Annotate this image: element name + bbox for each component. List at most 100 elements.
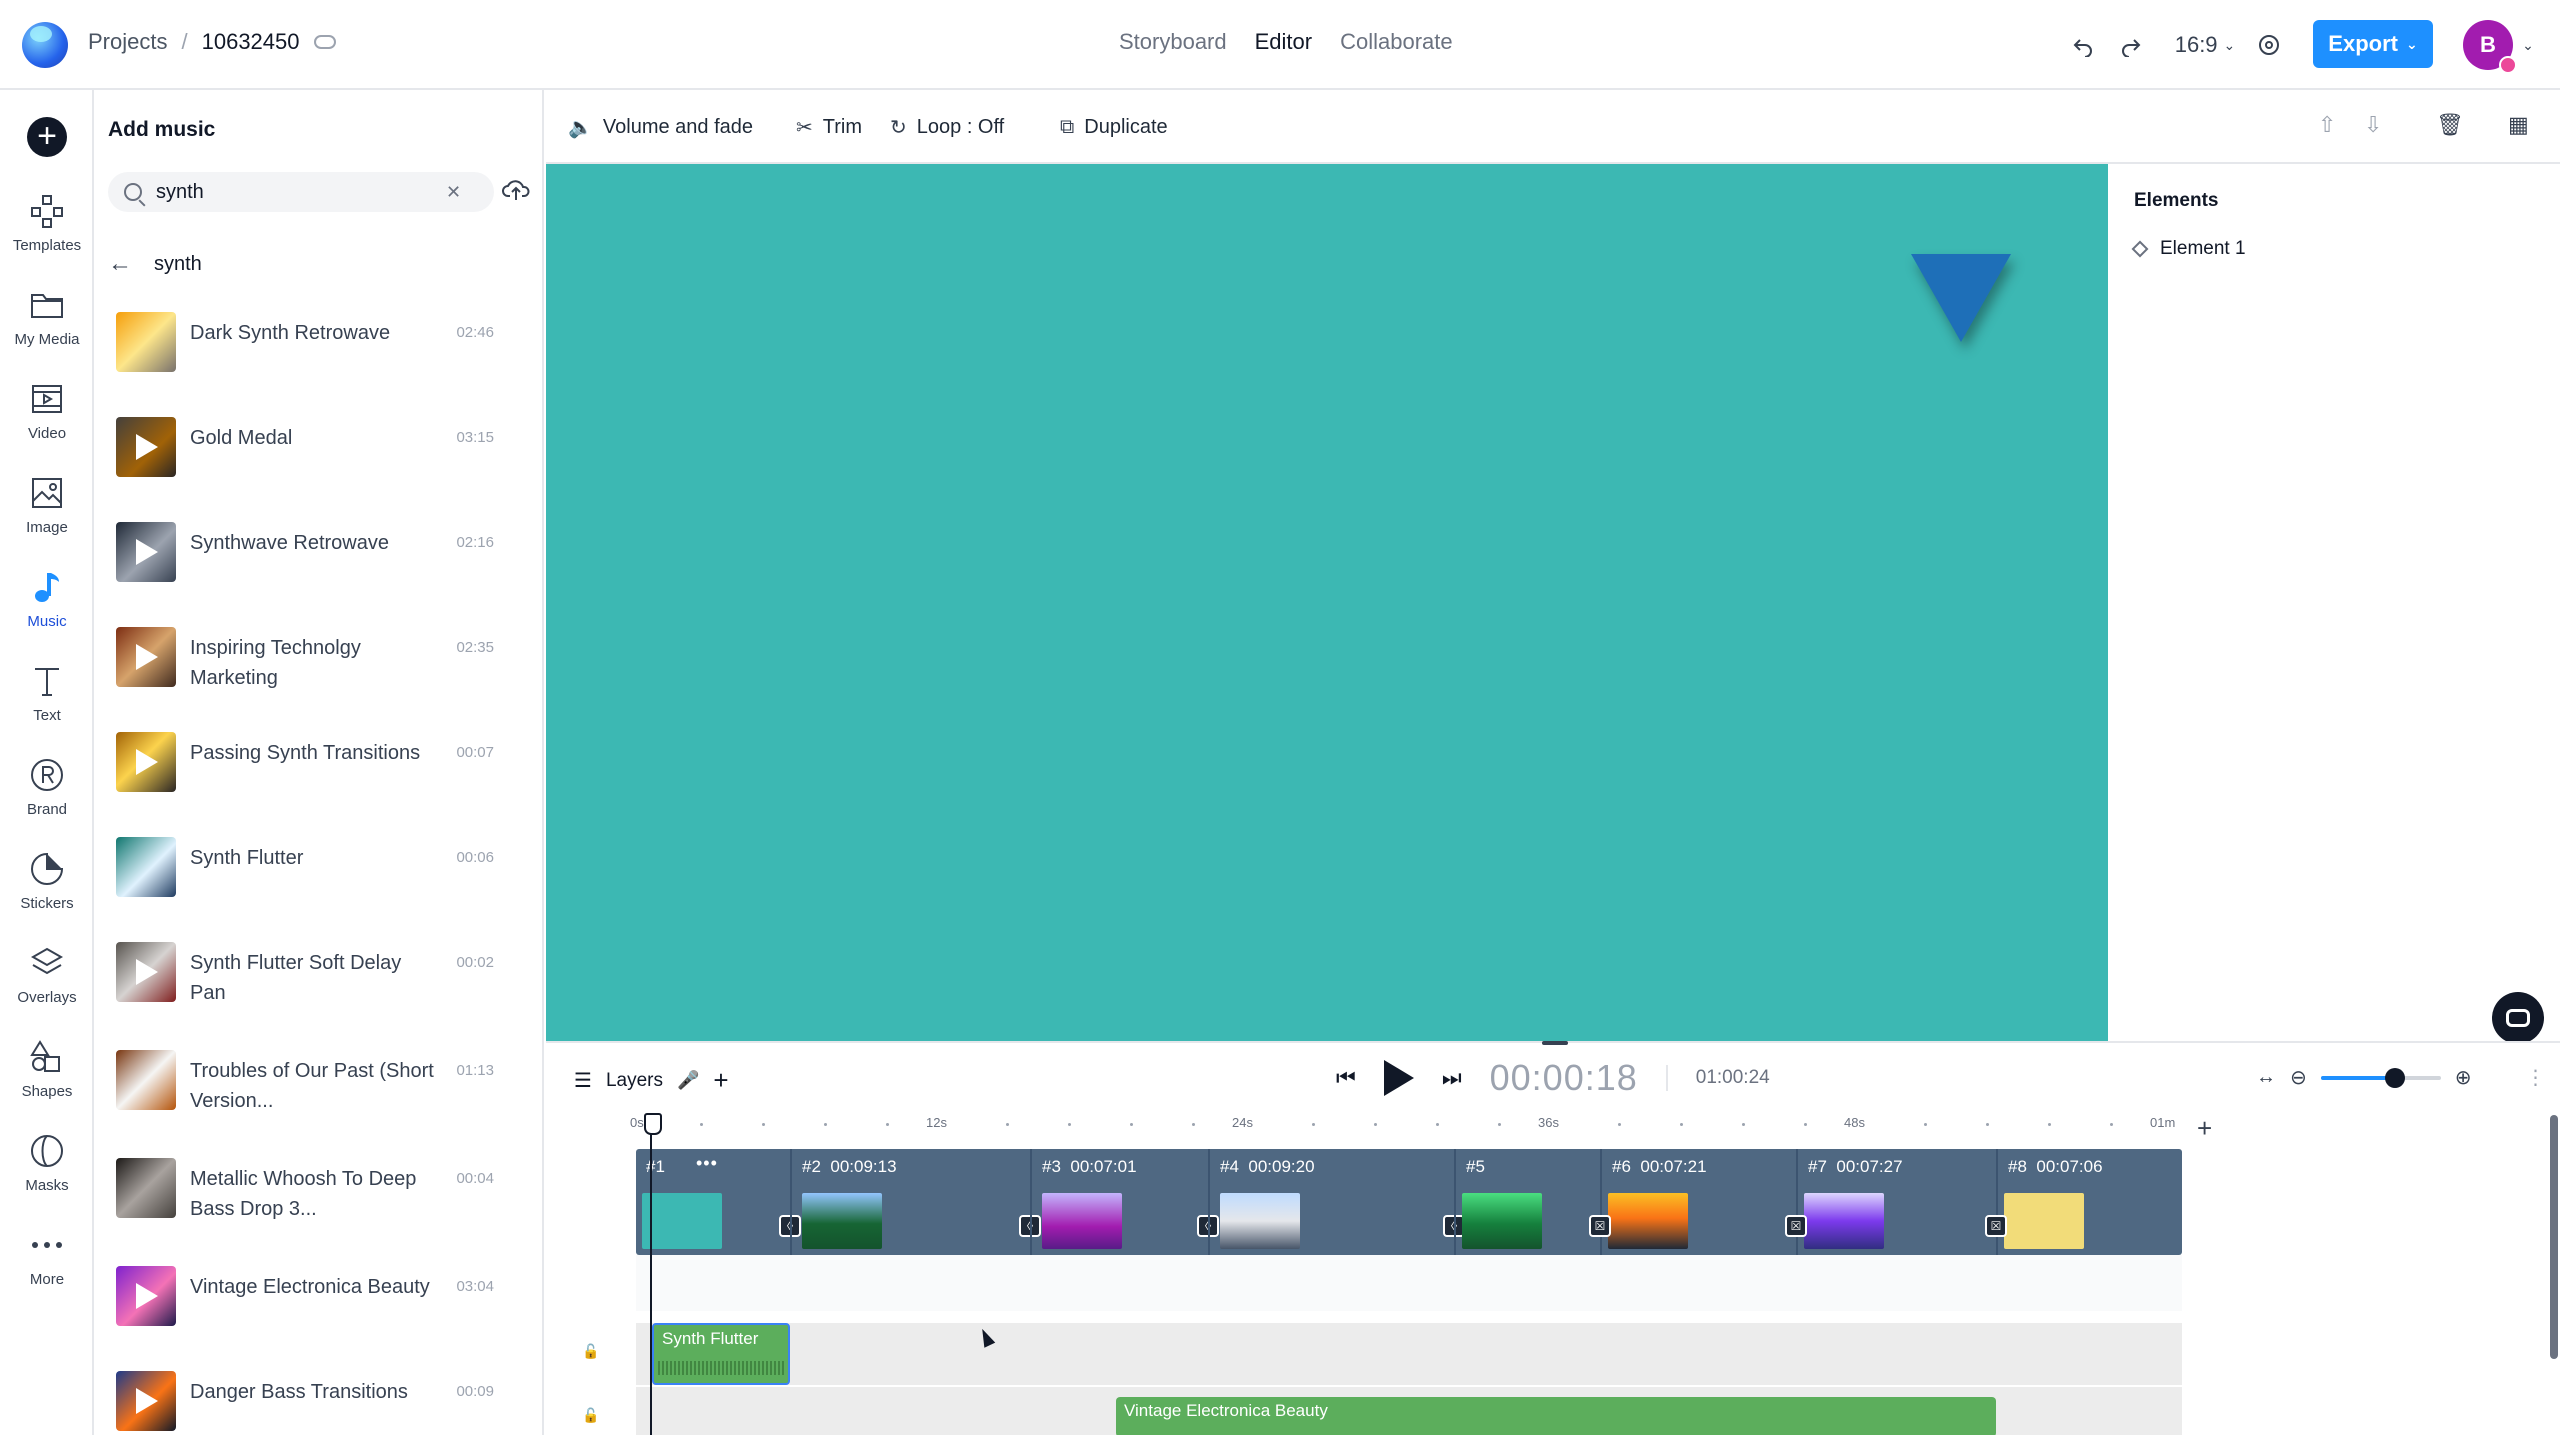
rail-item-shapes[interactable]: Shapes [0,1022,94,1116]
track-thumbnail[interactable] [116,627,176,687]
skip-back-icon[interactable]: ⏮ [1336,1065,1356,1091]
rail-item-brand[interactable]: Brand [0,740,94,834]
triangle-element[interactable] [1911,254,2011,342]
track-thumbnail[interactable] [116,837,176,897]
timeline-scrollbar[interactable] [2550,1115,2558,1359]
volume-fade-button[interactable]: 🔈 Volume and fade [568,112,753,142]
layers-label[interactable]: Layers [606,1070,663,1092]
rail-item-masks[interactable]: Masks [0,1116,94,1210]
fit-width-icon[interactable]: ↔ [2256,1066,2276,1089]
scene-clip[interactable]: #1 ••• [636,1149,790,1255]
zoom-out-icon[interactable]: ⊖ [2290,1065,2307,1090]
app-logo[interactable] [22,22,68,68]
breadcrumb-projects[interactable]: Projects [88,29,167,55]
aspect-ratio-value: 16:9 [2174,32,2218,57]
scene-clip[interactable]: #3 00:07:01 [1030,1149,1208,1255]
clear-search-icon[interactable]: ✕ [446,182,461,203]
list-item[interactable]: Inspiring Technolgy Marketing 02:35 [94,605,542,705]
export-button[interactable]: Export ⌄ [2313,20,2433,68]
more-options-icon[interactable]: ••• [696,1153,718,1174]
rail-item-stickers[interactable]: Stickers [0,834,94,928]
track-thumbnail[interactable] [116,732,176,792]
add-layer-icon[interactable]: + [713,1065,728,1096]
preview-canvas[interactable] [546,164,2108,1041]
lock-icon[interactable]: 🔓 [582,1343,599,1360]
trim-button[interactable]: ✂ Trim [796,112,862,142]
audio-clip[interactable]: Synth Flutter [652,1323,790,1385]
zoom-in-icon[interactable]: ⊕ [2455,1065,2472,1090]
project-name[interactable]: 10632450 [202,29,300,55]
lock-icon[interactable]: 🔓 [582,1407,599,1424]
rail-item-more[interactable]: More [0,1210,94,1304]
transition-icon[interactable]: ☒ [1589,1215,1611,1237]
tab-storyboard[interactable]: Storyboard [1119,29,1227,55]
scene-clip[interactable]: #4 00:09:20 [1208,1149,1454,1255]
transition-icon[interactable]: ☒ [1785,1215,1807,1237]
track-thumbnail[interactable] [116,1266,176,1326]
microphone-icon[interactable]: 🎤 [677,1070,699,1091]
bring-forward-icon[interactable]: ⇧ [2318,112,2336,138]
redo-icon[interactable] [2114,0,2148,90]
list-item[interactable]: Danger Bass Transitions 00:09 [94,1349,542,1435]
avatar[interactable]: B [2463,20,2517,74]
list-item[interactable]: Synth Flutter 00:06 [94,815,542,915]
rail-item-image[interactable]: Image [0,458,94,552]
rail-item-video[interactable]: Video [0,364,94,458]
transition-icon[interactable]: ☒ [1985,1215,2007,1237]
add-button[interactable]: + [0,90,94,184]
upload-cloud-icon[interactable] [502,178,532,204]
scene-clip[interactable]: #7 00:07:27 [1796,1149,1996,1255]
search-input[interactable] [156,180,446,204]
track-thumbnail[interactable] [116,522,176,582]
grid-icon[interactable]: ▦ [2508,112,2529,138]
timeline-resize-handle[interactable] [1542,1041,1568,1045]
chat-support-button[interactable] [2492,992,2544,1044]
list-item[interactable]: Passing Synth Transitions 00:07 [94,710,542,810]
rail-item-music[interactable]: Music [0,552,94,646]
scene-clip[interactable]: #8 00:07:06 [1996,1149,2182,1255]
play-icon[interactable] [1383,1060,1414,1096]
account-menu-chevron-icon[interactable]: ⌄ [2516,0,2540,90]
layers-icon[interactable]: ☰ [574,1068,592,1093]
track-thumbnail[interactable] [116,1371,176,1431]
list-item[interactable]: Metallic Whoosh To Deep Bass Drop 3... 0… [94,1136,542,1236]
zoom-slider-knob[interactable] [2385,1067,2406,1088]
settings-icon[interactable] [2252,0,2286,90]
playhead[interactable] [644,1113,662,1435]
loop-button[interactable]: ↻ Loop : Off [890,112,1004,142]
list-item[interactable]: Dark Synth Retrowave 02:46 [94,290,542,390]
track-thumbnail[interactable] [116,1050,176,1110]
scene-clip[interactable]: #6 00:07:21 [1600,1149,1796,1255]
zoom-slider[interactable] [2320,1067,2441,1088]
rail-item-text[interactable]: Text [0,646,94,740]
time-ruler[interactable]: 0s 12s 24s 36s 48s 01m [630,1115,2276,1139]
scene-clip[interactable]: #2 00:09:13 [790,1149,1030,1255]
add-scene-icon[interactable]: + [2197,1113,2212,1144]
duplicate-button[interactable]: ⧉ Duplicate [1060,112,1168,142]
tab-editor[interactable]: Editor [1255,29,1312,55]
track-thumbnail[interactable] [116,942,176,1002]
list-item[interactable]: Synth Flutter Soft Delay Pan 00:02 [94,920,542,1020]
rail-item-overlays[interactable]: Overlays [0,928,94,1022]
track-thumbnail[interactable] [116,312,176,372]
audio-clip[interactable]: Vintage Electronica Beauty [1116,1397,1996,1435]
rail-item-templates[interactable]: Templates [0,176,94,270]
list-item[interactable]: Troubles of Our Past (Short Version... 0… [94,1028,542,1128]
aspect-ratio-dropdown[interactable]: 16:9 ⌄ [2170,0,2240,90]
category-back-row[interactable]: ← synth [108,250,202,278]
element-item[interactable]: Element 1 [2131,238,2246,260]
track-thumbnail[interactable] [116,417,176,477]
timeline-menu-icon[interactable]: ⋮ [2526,1065,2546,1090]
track-thumbnail[interactable] [116,1158,176,1218]
skip-forward-icon[interactable]: ⏭ [1442,1065,1462,1091]
undo-icon[interactable] [2066,0,2100,90]
send-backward-icon[interactable]: ⇩ [2364,112,2382,138]
scene-clip[interactable]: #5 [1454,1149,1600,1255]
rail-item-my-media[interactable]: My Media [0,270,94,364]
back-arrow-icon[interactable]: ← [108,250,132,278]
tab-collaborate[interactable]: Collaborate [1340,29,1453,55]
list-item[interactable]: Synthwave Retrowave 02:16 [94,500,542,600]
trash-icon[interactable]: 🗑 [2436,112,2464,138]
list-item[interactable]: Vintage Electronica Beauty 03:04 [94,1244,542,1344]
list-item[interactable]: Gold Medal 03:15 [94,395,542,495]
